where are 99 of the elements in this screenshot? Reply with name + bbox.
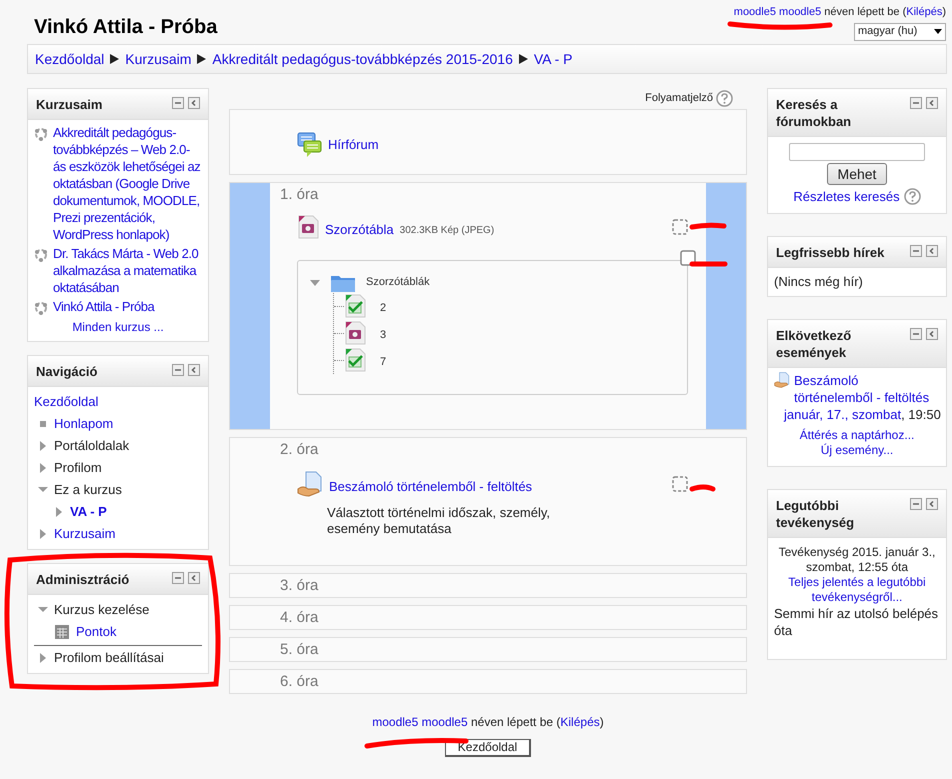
help-icon <box>904 188 921 206</box>
folder-name: Szorzótáblák <box>366 275 430 290</box>
page-title: Vinkó Attila - Próba <box>34 15 218 40</box>
help-icon <box>716 90 733 107</box>
file-info: 302.3KB Kép (JPEG) <box>400 224 494 238</box>
dock-icon <box>926 244 938 256</box>
nav-link[interactable]: Kezdőoldal <box>34 391 98 413</box>
nav-item[interactable]: Ez a kurzus <box>54 479 122 501</box>
search-button[interactable]: Mehet <box>826 163 888 185</box>
nav-item[interactable]: Profilom <box>54 457 102 479</box>
collapse-icon <box>172 364 184 376</box>
block-title: Kurzusaim <box>36 96 102 113</box>
file-name: 7 <box>380 354 386 370</box>
activity-link[interactable]: Hírfórum <box>328 135 379 155</box>
image-file-icon <box>344 321 366 345</box>
section-title: 2. óra <box>280 440 320 460</box>
progress-label: Folyamatjelző <box>645 91 713 106</box>
forum-icon <box>297 132 323 158</box>
dock-icon <box>188 572 200 584</box>
annotation-stroke <box>690 222 726 230</box>
image-file-icon <box>297 214 319 239</box>
course-link[interactable]: Akkreditált pedagógus-továbbképzés – Web 2.0-ás eszközök lehetőségei az oktatásban (Google Drive dokumentumok, MOODLE, Prezi prezentációk, WordPress honlapok) <box>53 124 202 243</box>
breadcrumb-link[interactable]: Kurzusaim <box>125 48 192 70</box>
completion-checkbox[interactable] <box>680 250 696 266</box>
file-name: 2 <box>380 300 386 316</box>
event-time: , 19:50 <box>901 406 941 422</box>
completion-checkbox-icon[interactable] <box>672 218 688 235</box>
nav-item[interactable]: Profilom beállításai <box>54 647 164 669</box>
annotation-stroke <box>690 484 716 492</box>
nav-link[interactable]: Pontok <box>76 621 116 643</box>
section-title: 1. óra <box>280 185 320 205</box>
separator-arrow-icon <box>110 54 120 64</box>
collapse-icon <box>910 97 922 109</box>
activity-description: Választott történelmi időszak, személy, esemény bemutatása <box>326 504 552 536</box>
dock-icon <box>926 328 938 340</box>
no-news-text: (Nincs még hír) <box>774 272 864 291</box>
section-title: 6. óra <box>280 672 320 692</box>
grades-icon <box>54 624 70 640</box>
logout-link[interactable]: Kilépés <box>906 6 942 18</box>
annotation-stroke <box>690 262 728 266</box>
file-name: 3 <box>380 328 386 343</box>
course-icon <box>34 127 48 141</box>
nav-item[interactable]: Kurzus kezelése <box>54 599 150 621</box>
separator-arrow-icon <box>518 54 528 64</box>
file-upload-icon <box>297 470 323 496</box>
breadcrumb-link[interactable]: Akkreditált pedagógus-továbbképzés 2015-2016 <box>212 48 513 70</box>
file-upload-icon <box>774 372 790 388</box>
course-icon <box>34 248 48 262</box>
breadcrumb-link[interactable]: Kezdőoldal <box>35 48 104 70</box>
dock-icon <box>188 97 200 109</box>
spreadsheet-file-icon <box>344 348 366 372</box>
block-title: Keresés a fórumokban <box>776 96 852 130</box>
section-title: 5. óra <box>280 640 320 660</box>
breadcrumb-link[interactable]: VA - P <box>534 48 573 70</box>
collapse-icon <box>910 244 922 256</box>
block-title: Navigáció <box>36 363 98 380</box>
course-link[interactable]: Vinkó Attila - Próba <box>53 298 154 315</box>
search-field[interactable] <box>789 143 925 161</box>
collapse-icon <box>172 97 184 109</box>
home-button[interactable]: Kezdőoldal <box>444 738 532 756</box>
block-title: Elkövetkező események <box>776 326 852 360</box>
course-icon <box>34 301 48 315</box>
separator-arrow-icon <box>197 54 206 64</box>
collapse-icon <box>172 572 184 584</box>
login-info-text: moodle5 moodle5 néven lépett be (Kilépés) <box>734 5 946 20</box>
activity-link[interactable]: Szorzótábla <box>325 220 394 240</box>
user-link[interactable]: moodle5 moodle5 <box>734 6 822 18</box>
dropdown-arrow-icon <box>934 29 942 34</box>
collapse-icon <box>910 498 922 510</box>
nav-link[interactable]: Honlapom <box>54 413 114 435</box>
block-title: Legfrissebb hírek <box>776 244 884 260</box>
spreadsheet-file-icon <box>344 294 366 318</box>
user-link[interactable]: moodle5 moodle5 <box>372 714 468 728</box>
login-info-text: moodle5 moodle5 néven lépett be (Kilépés) <box>372 714 604 730</box>
calendar-link[interactable]: Új esemény... <box>820 442 894 458</box>
no-news-text: Semmi hír az utolsó belépés óta <box>774 604 940 638</box>
dock-icon <box>926 97 938 109</box>
activity-since-text: Tevékenység 2015. január 3., szombat, 12:55 óta <box>778 544 936 574</box>
all-courses-link[interactable]: Minden kurzus ... <box>72 320 164 334</box>
nav-link[interactable]: VA - P <box>70 501 107 523</box>
nav-link[interactable]: Kurzusaim <box>54 523 116 545</box>
calendar-link[interactable]: Áttérés a naptárhoz... <box>800 428 914 442</box>
section-title: 4. óra <box>280 608 320 628</box>
completion-checkbox-icon[interactable] <box>672 476 688 492</box>
block-title: Adminisztráció <box>36 571 130 588</box>
bullet-icon <box>38 419 48 429</box>
dock-icon <box>188 364 200 376</box>
activity-link[interactable]: Beszámoló történelemből - feltöltés <box>329 476 532 496</box>
advanced-search-link[interactable]: Részletes keresés <box>793 187 900 206</box>
nav-item[interactable]: Portáloldalak <box>54 435 130 457</box>
collapse-icon <box>910 328 922 340</box>
block-title: Legutóbbi tevékenység <box>776 496 856 530</box>
full-report-link[interactable]: Teljes jelentés a legutóbbi tevékenységről... <box>774 574 940 604</box>
section-title: 3. óra <box>280 576 320 596</box>
language-select[interactable]: magyar (hu) <box>854 22 946 40</box>
event-date-link[interactable]: január, 17., szombat <box>784 406 902 422</box>
logout-link[interactable]: Kilépés <box>560 714 600 728</box>
course-link[interactable]: Dr. Takács Márta - Web 2.0 alkalmazása a matematika oktatásában <box>53 245 202 296</box>
dock-icon <box>926 498 938 510</box>
